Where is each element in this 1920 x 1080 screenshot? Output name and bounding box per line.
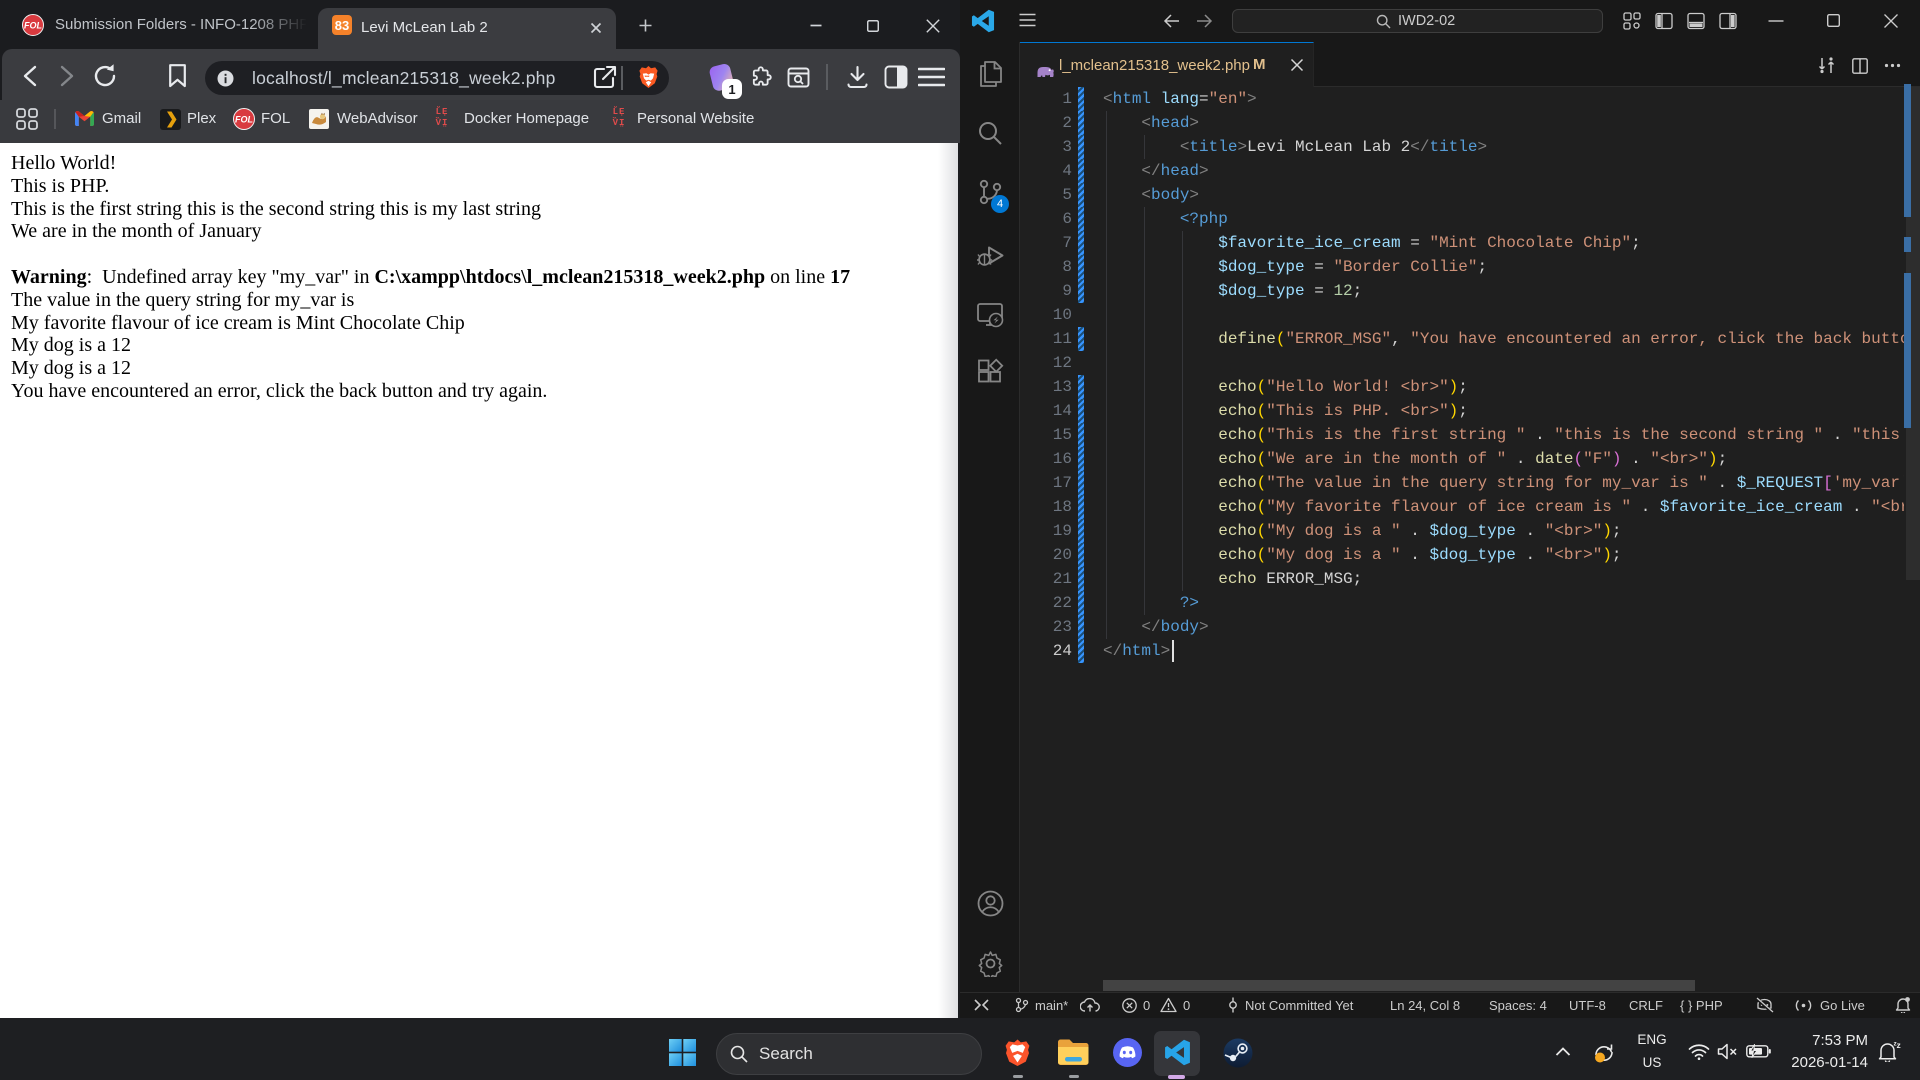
svg-text:z: z <box>1897 1041 1901 1050</box>
svg-text:83: 83 <box>335 18 349 33</box>
svg-text:FOL: FOL <box>235 115 253 125</box>
svg-text:FOL: FOL <box>24 21 42 31</box>
svg-text:1: 1 <box>728 82 735 97</box>
